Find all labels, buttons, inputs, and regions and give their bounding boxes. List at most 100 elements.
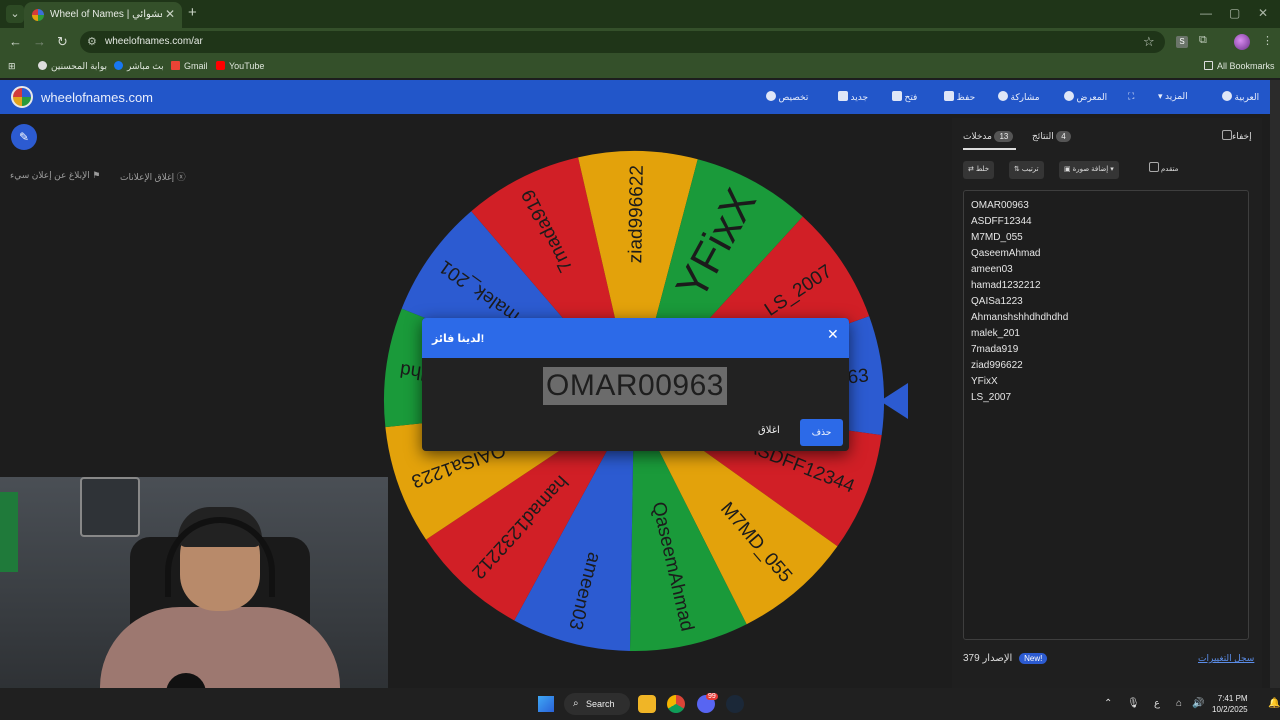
tab-results[interactable]: النتائج 4	[1032, 131, 1074, 142]
menu-language[interactable]: العربية	[1216, 91, 1259, 103]
browser-menu-icon[interactable]: ⋮	[1262, 34, 1273, 47]
menu-more[interactable]: ▾ المزيد	[1158, 91, 1188, 102]
extensions-puzzle-icon[interactable]: ⧉	[1199, 34, 1207, 47]
search-icon	[1064, 91, 1074, 101]
back-icon[interactable]: ←	[9, 34, 22, 49]
tray-chevron-icon[interactable]: ⌃	[1104, 698, 1112, 709]
extension-s-icon[interactable]: S	[1176, 36, 1188, 48]
windows-start-icon[interactable]	[538, 696, 554, 712]
browser-tabstrip: ⌄ Wheel of Names | اسم العشوائي ✕ + — ▢ …	[0, 0, 1280, 28]
winner-name: OMAR00963	[543, 367, 727, 405]
close-button[interactable]: اغلاق	[758, 425, 780, 436]
close-ads-link[interactable]: إغلاق الإعلانات ⓧ	[120, 170, 186, 183]
chrome-icon[interactable]	[667, 695, 685, 713]
changelog-link[interactable]: سجل التغييرات	[1198, 653, 1254, 664]
entry-line[interactable]: LS_2007	[971, 392, 1011, 403]
hide-toggle[interactable]: إخفاء	[1218, 130, 1252, 142]
steam-icon[interactable]	[726, 695, 744, 713]
menu-save[interactable]: حفظ	[938, 91, 975, 103]
globe-icon	[1222, 91, 1232, 101]
entries-count-badge: 13	[994, 131, 1014, 142]
search-icon: ⌕	[573, 698, 579, 709]
dialog-close-icon[interactable]: ✕	[827, 326, 839, 343]
address-bar: ← → ↻ ⚙ wheelofnames.com/ar ☆	[0, 28, 1280, 56]
entry-line[interactable]: hamad1232212	[971, 280, 1041, 291]
webcam-overlay	[0, 477, 388, 720]
chevron-down-icon: ▾	[1110, 166, 1114, 173]
edit-pencil-icon[interactable]: ✎	[11, 124, 37, 150]
apps-grid-icon[interactable]: ⊞	[8, 61, 16, 72]
bookmark-item[interactable]: بث مباشر	[114, 61, 164, 72]
file-explorer-icon[interactable]	[638, 695, 656, 713]
tab-search-icon[interactable]: ⌄	[6, 5, 24, 23]
entry-line[interactable]: YFixX	[971, 376, 998, 387]
taskbar-clock[interactable]: 7:41 PM 10/2/2025	[1212, 693, 1248, 715]
report-ad-link[interactable]: الإبلاغ عن إعلان سيء ⚑	[10, 170, 100, 181]
network-icon[interactable]: ⌂	[1176, 698, 1182, 709]
entry-line[interactable]: ziad996622	[971, 360, 1023, 371]
flag-icon: ⚑	[92, 170, 101, 180]
menu-customize[interactable]: تخصيص	[760, 91, 808, 103]
site-info-icon[interactable]: ⚙	[87, 35, 97, 48]
browser-tab[interactable]: Wheel of Names | اسم العشوائي ✕	[24, 2, 182, 28]
youtube-icon	[216, 61, 225, 70]
notification-badge: 99	[706, 693, 718, 700]
new-file-icon	[838, 91, 848, 101]
checkbox[interactable]	[1222, 130, 1232, 140]
all-bookmarks[interactable]: All Bookmarks	[1204, 61, 1275, 71]
checkbox[interactable]	[1149, 162, 1159, 172]
windows-taskbar: ⌕ Search 99 ⌃ 🎙 ع ⌂ 🔊 7:41 PM 10/2/2025 🔔	[0, 688, 1280, 720]
menu-new[interactable]: جديد	[832, 91, 868, 103]
omnibox[interactable]: ⚙ wheelofnames.com/ar ☆	[80, 31, 1165, 53]
entry-line[interactable]: QaseemAhmad	[971, 248, 1040, 259]
entry-line[interactable]: ameen03	[971, 264, 1013, 275]
site-brand[interactable]: wheelofnames.com	[41, 90, 153, 105]
wheel-slice-label: ziad996622	[625, 165, 648, 264]
entries-textarea[interactable]: OMAR00963 ASDFF12344 M7MD_055 QaseemAhmad am…	[963, 190, 1249, 640]
page-scrollbar[interactable]	[1270, 80, 1280, 688]
tab-entries[interactable]: مدخلات 13	[963, 131, 1017, 150]
chevron-down-icon: ▾	[1158, 91, 1166, 101]
image-icon: ▣	[1064, 166, 1071, 173]
fullscreen-icon[interactable]: ⛶	[1128, 91, 1134, 102]
menu-open[interactable]: فتح	[886, 91, 917, 103]
facebook-icon	[114, 61, 123, 70]
bookmark-item[interactable]: Gmail	[171, 61, 208, 71]
restore-icon[interactable]: ▢	[1229, 6, 1240, 20]
volume-icon[interactable]: 🔊	[1192, 698, 1204, 709]
notifications-bell-icon[interactable]: 🔔	[1268, 698, 1280, 709]
results-count-badge: 4	[1056, 131, 1071, 142]
wheel-logo-icon[interactable]	[11, 86, 33, 108]
entry-line[interactable]: 7mada919	[971, 344, 1018, 355]
share-icon	[998, 91, 1008, 101]
sort-button[interactable]: ⇅ ترتيب	[1009, 161, 1044, 179]
entry-line[interactable]: Ahmanshshhdhdhdhd	[971, 312, 1068, 323]
add-image-button[interactable]: ▣ إضافة صورة ▾	[1059, 161, 1119, 179]
entry-line[interactable]: M7MD_055	[971, 232, 1023, 243]
advanced-toggle[interactable]: متقدم	[1140, 161, 1183, 179]
entry-line[interactable]: QAISa1223	[971, 296, 1023, 307]
reload-icon[interactable]: ↻	[57, 34, 68, 50]
menu-share[interactable]: مشاركة	[992, 91, 1040, 103]
remove-button[interactable]: حذف	[800, 419, 843, 446]
menu-gallery[interactable]: المعرض	[1058, 91, 1107, 103]
entry-line[interactable]: malek_201	[971, 328, 1020, 339]
entry-line[interactable]: ASDFF12344	[971, 216, 1032, 227]
wheel-favicon-icon	[32, 9, 44, 21]
tab-close-icon[interactable]: ✕	[165, 7, 175, 21]
entry-line[interactable]: OMAR00963	[971, 200, 1029, 211]
bookmark-star-icon[interactable]: ☆	[1143, 34, 1155, 50]
forward-icon[interactable]: →	[33, 34, 46, 49]
bookmark-item[interactable]: بوابة المحسنين	[38, 61, 107, 72]
new-tab-icon[interactable]: +	[188, 4, 197, 21]
input-language[interactable]: ع	[1154, 698, 1160, 709]
bookmark-item[interactable]: YouTube	[216, 61, 264, 71]
url-text[interactable]: wheelofnames.com/ar	[105, 36, 203, 47]
tray-mic-icon[interactable]: 🎙	[1127, 698, 1140, 709]
window-close-icon[interactable]: ✕	[1258, 6, 1268, 20]
profile-avatar[interactable]	[1234, 34, 1250, 50]
taskbar-search[interactable]: ⌕ Search	[564, 693, 630, 715]
winner-dialog: لدينا فائز! ✕ OMAR00963 اغلاق حذف	[422, 318, 849, 451]
shuffle-button[interactable]: ⇄ خلط	[963, 161, 995, 179]
minimize-icon[interactable]: —	[1200, 6, 1212, 20]
